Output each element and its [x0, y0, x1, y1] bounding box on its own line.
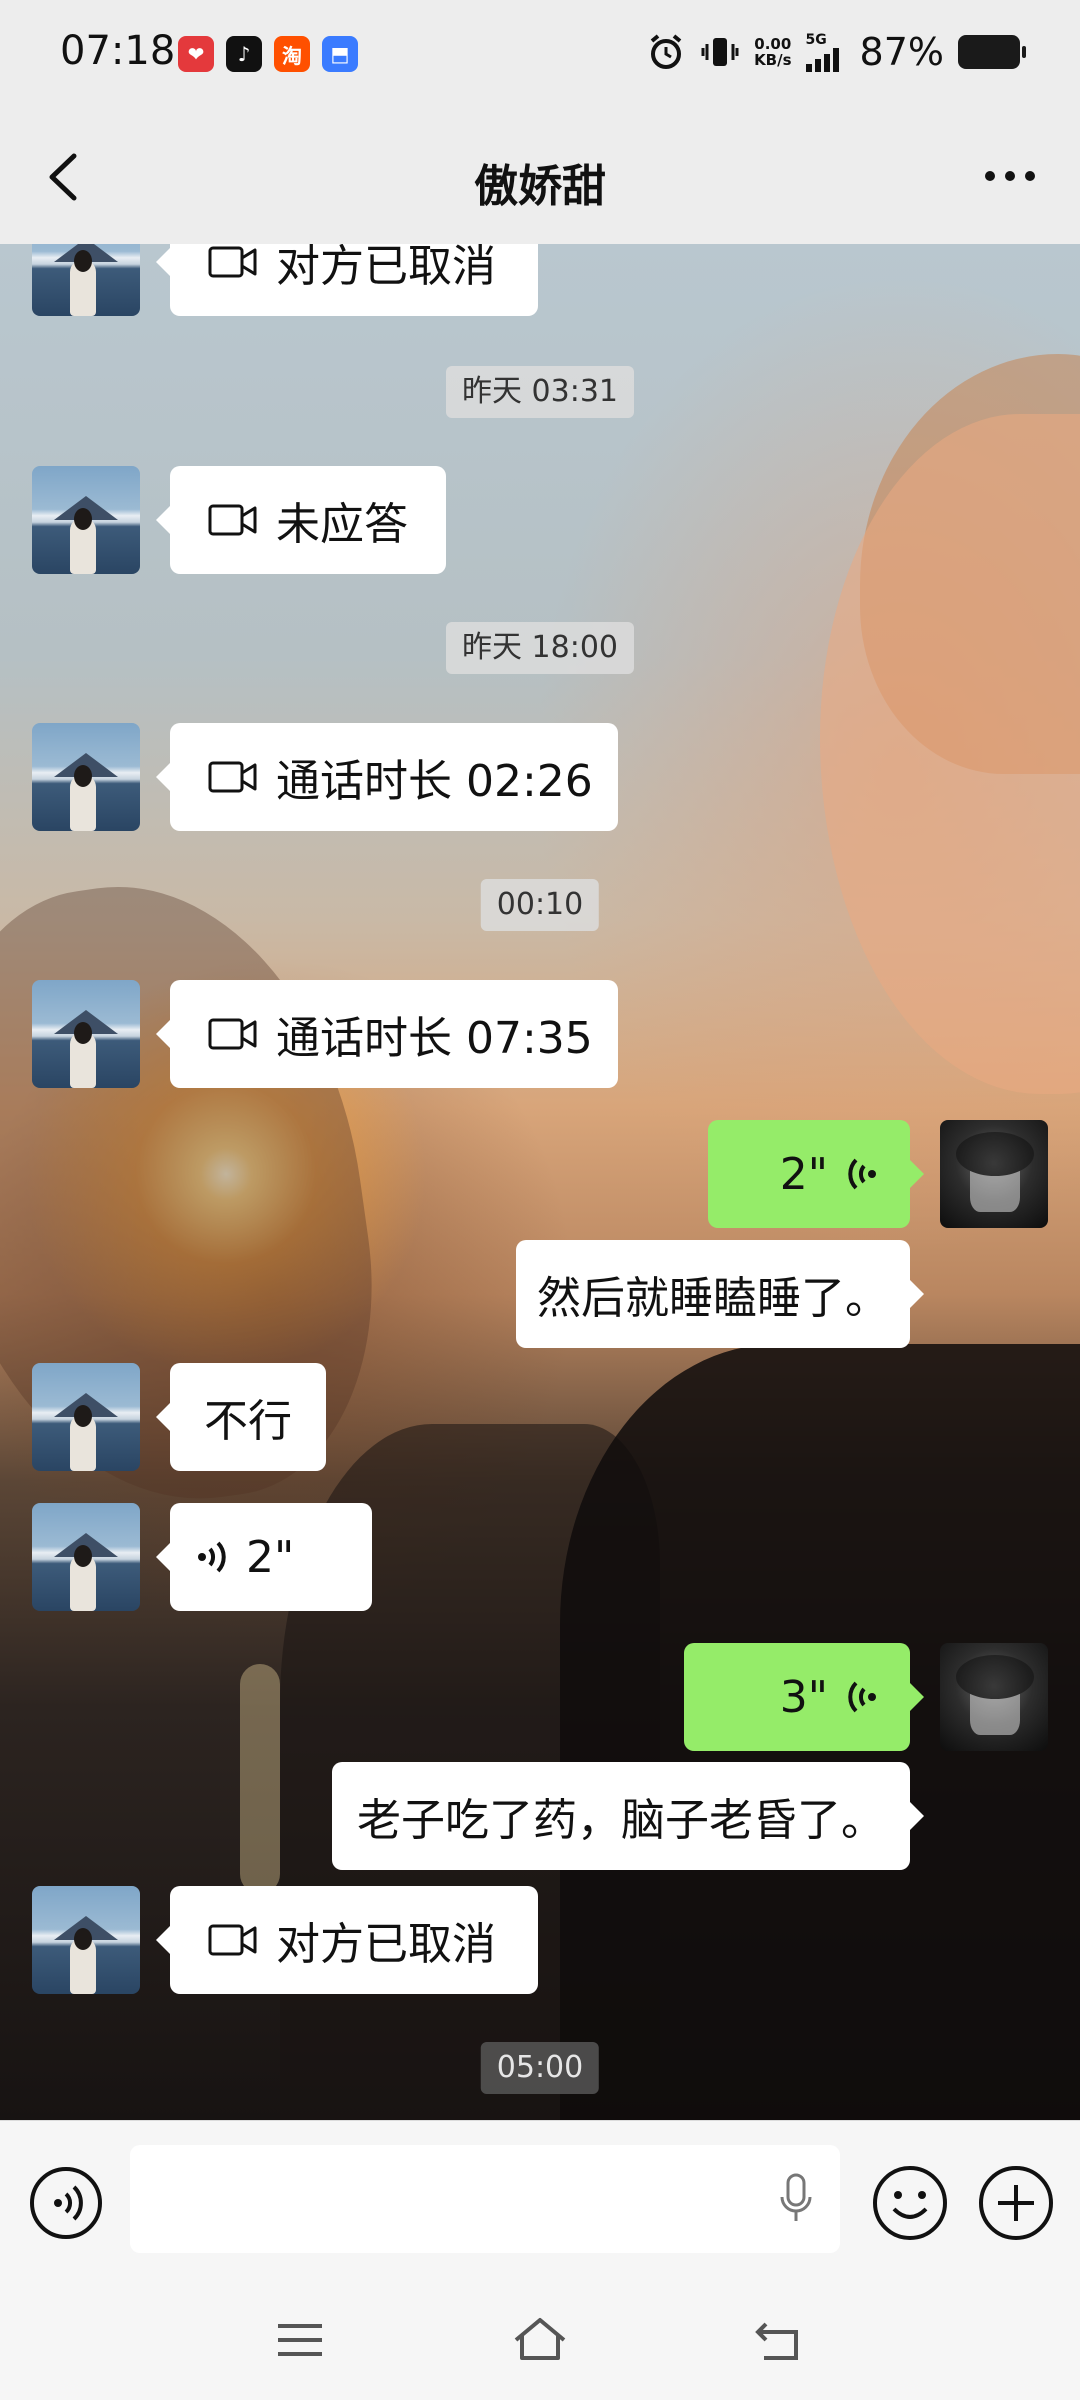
video-call-icon — [208, 246, 257, 278]
text-message-bubble[interactable]: 然后就睡瞌睡了。 — [516, 1240, 924, 1348]
pinduoduo-icon: ❤ — [178, 36, 214, 72]
call-status: 未应答 — [276, 499, 408, 550]
voice-message-bubble[interactable]: 2" — [156, 1503, 372, 1611]
signal: 5G — [805, 32, 846, 72]
status-time: 07:18 — [60, 28, 176, 74]
voice-input-toggle-icon[interactable] — [28, 2165, 104, 2241]
contact-avatar[interactable] — [32, 466, 140, 574]
video-call-icon — [208, 1924, 257, 1956]
contact-avatar[interactable] — [32, 1363, 140, 1471]
call-status: 对方已取消 — [276, 1919, 496, 1970]
timestamp: 昨天 18:00 — [446, 622, 634, 674]
video-call-icon — [208, 1018, 257, 1050]
more-icon[interactable] — [980, 158, 1040, 194]
tiktok-icon: ♪ — [226, 36, 262, 72]
message-input[interactable] — [130, 2145, 840, 2253]
voice-wave-icon — [198, 1541, 226, 1573]
voice-duration: 2" — [779, 1148, 828, 1200]
message-text: 不行 — [204, 1396, 292, 1447]
status-right: 0.00 KB/s 5G 87% — [646, 30, 1026, 74]
voice-wave-icon — [848, 1158, 876, 1190]
add-more-icon[interactable] — [976, 2163, 1056, 2243]
net-speed-unit: KB/s — [754, 51, 792, 69]
video-call-icon — [208, 761, 257, 793]
contact-avatar[interactable] — [32, 244, 140, 316]
chat-title: 傲娇甜 — [474, 161, 606, 212]
taobao-icon: 淘 — [274, 36, 310, 72]
call-status: 对方已取消 — [276, 244, 496, 292]
my-avatar[interactable] — [940, 1643, 1048, 1751]
call-status: 通话时长 02:26 — [276, 756, 593, 807]
message-text: 然后就睡瞌睡了。 — [537, 1273, 889, 1324]
back-nav-icon[interactable] — [750, 2312, 810, 2368]
battery-percent: 87% — [859, 30, 944, 74]
emoji-icon[interactable] — [870, 2163, 950, 2243]
contact-avatar[interactable] — [32, 1503, 140, 1611]
background-water — [240, 1664, 280, 1894]
vibrate-icon — [701, 38, 739, 66]
notification-icons: ❤ ♪ 淘 ⬒ — [178, 36, 358, 72]
chat-header: 傲娇甜 — [0, 110, 1080, 244]
timestamp: 05:00 — [480, 2042, 600, 2094]
alarm-icon — [650, 34, 682, 69]
call-record-bubble[interactable]: 未应答 — [156, 466, 446, 574]
my-avatar[interactable] — [940, 1120, 1048, 1228]
text-message-bubble[interactable]: 老子吃了药，脑子老昏了。 — [332, 1762, 924, 1870]
microphone-icon[interactable] — [778, 2173, 814, 2225]
voice-message-bubble[interactable]: 3" — [684, 1643, 924, 1751]
input-bar — [0, 2120, 1080, 2285]
voice-duration: 2" — [246, 1531, 295, 1583]
system-nav-bar — [0, 2284, 1080, 2400]
voice-message-bubble[interactable]: 2" — [708, 1120, 924, 1228]
timestamp: 昨天 03:31 — [446, 366, 634, 418]
call-record-bubble[interactable]: 通话时长 02:26 — [156, 723, 618, 831]
contact-avatar[interactable] — [32, 1886, 140, 1994]
call-record-bubble[interactable]: 对方已取消 — [156, 1886, 538, 1994]
voice-duration: 3" — [779, 1671, 828, 1723]
text-message-bubble[interactable]: 不行 — [156, 1363, 326, 1471]
video-call-icon — [208, 504, 257, 536]
battery-icon — [958, 35, 1026, 69]
background-face — [820, 414, 1080, 1094]
call-record-bubble[interactable]: 对方已取消 — [156, 244, 538, 316]
voice-wave-icon — [848, 1681, 876, 1713]
call-record-bubble[interactable]: 通话时长 07:35 — [156, 980, 618, 1088]
home-icon[interactable] — [510, 2312, 570, 2368]
message-text: 老子吃了药，脑子老昏了。 — [357, 1795, 885, 1846]
status-bar: 07:18 ❤ ♪ 淘 ⬒ 0.00 KB/s 5G 87% — [0, 0, 1080, 110]
chat-screen: 07:18 ❤ ♪ 淘 ⬒ 0.00 KB/s 5G 87% 傲娇甜 对方已取消… — [0, 0, 1080, 2400]
menu-icon[interactable] — [270, 2312, 330, 2368]
call-status: 通话时长 07:35 — [276, 1013, 593, 1064]
timestamp: 00:10 — [480, 879, 600, 931]
signal-icon — [805, 48, 839, 72]
chat-area[interactable]: 对方已取消 昨天 03:31 未应答 昨天 18:00 通话时长 02:26 0… — [0, 244, 1080, 2120]
network-type: 5G — [805, 32, 827, 48]
contact-avatar[interactable] — [32, 980, 140, 1088]
app-icon: ⬒ — [322, 36, 358, 72]
net-speed-value: 0.00 — [754, 35, 792, 53]
net-speed: 0.00 KB/s — [754, 36, 791, 68]
contact-avatar[interactable] — [32, 723, 140, 831]
